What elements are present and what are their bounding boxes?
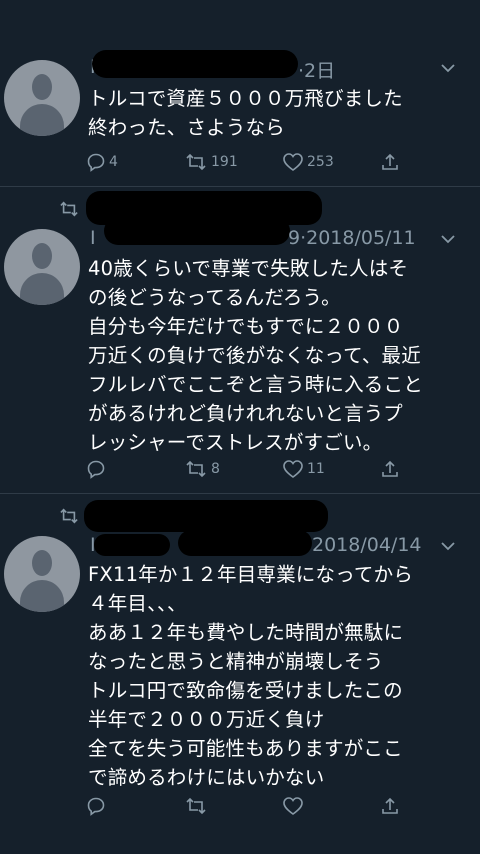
like-button[interactable]: 11: [282, 459, 325, 479]
retweet-button[interactable]: 191: [184, 152, 238, 172]
tweet-timestamp[interactable]: ·2日: [298, 56, 335, 83]
retweet-icon: [60, 201, 78, 217]
tweet-text: トルコで資産５０００万飛びました 終わった、さようなら: [88, 87, 403, 139]
heart-icon: [283, 460, 303, 478]
retweet-indicator: [58, 506, 80, 526]
tweet-timestamp[interactable]: 9·2018/05/11: [288, 227, 416, 249]
retweet-icon: [186, 460, 206, 478]
tweet[interactable]: I 9·2018/05/11 40歳くらいで専業で失敗した人はそ の後どうなって…: [0, 187, 480, 493]
tweet[interactable]: I ·2日 トルコで資産５０００万飛びました 終わった、さようなら 4 191: [0, 0, 480, 186]
like-count: 253: [307, 154, 334, 170]
reply-button[interactable]: [86, 459, 109, 479]
tweet-text: 40歳くらいで専業で失敗した人はそ の後どうなってるんだろう。 自分も今年だけで…: [88, 257, 423, 454]
chevron-down-icon[interactable]: [440, 62, 456, 74]
share-icon: [382, 153, 398, 170]
chevron-down-icon[interactable]: [440, 540, 456, 552]
tweet-actions: [86, 796, 406, 818]
retweet-icon: [186, 797, 206, 815]
tweet-header: I 9·2018/05/11: [90, 217, 460, 255]
default-avatar-icon: [32, 550, 52, 576]
user-name[interactable]: I: [90, 227, 96, 249]
retweet-button[interactable]: 8: [184, 459, 220, 479]
tweet-header: I 2018/04/14: [90, 530, 460, 562]
share-button[interactable]: [380, 152, 400, 172]
reply-count: 4: [109, 154, 118, 170]
retweet-icon: [186, 153, 206, 171]
retweet-button[interactable]: [184, 796, 211, 816]
reply-button[interactable]: 4: [86, 152, 118, 172]
redaction-bar: [178, 530, 312, 556]
retweet-count: 8: [211, 461, 220, 477]
retweet-count: 191: [211, 154, 238, 170]
like-button[interactable]: 253: [282, 152, 334, 172]
reply-icon: [87, 153, 105, 172]
retweet-icon: [60, 508, 78, 524]
retweet-indicator: [58, 199, 80, 219]
reply-icon: [87, 797, 105, 816]
reply-button[interactable]: [86, 796, 109, 816]
avatar[interactable]: [4, 229, 80, 305]
tweet-header: I ·2日: [90, 50, 460, 84]
redaction-bar: [92, 50, 298, 78]
like-button[interactable]: [282, 796, 307, 816]
timeline-feed: I ·2日 トルコで資産５０００万飛びました 終わった、さようなら 4 191: [0, 0, 480, 854]
tweet[interactable]: I 2018/04/14 FX11年か１２年目専業になってから ４年目、、、 あ…: [0, 494, 480, 854]
avatar[interactable]: [4, 60, 80, 136]
default-avatar-icon: [32, 74, 52, 100]
redaction-bar: [104, 217, 290, 245]
heart-icon: [283, 153, 303, 171]
tweet-actions: 4 191 253: [86, 152, 406, 174]
share-button[interactable]: [380, 796, 400, 816]
like-count: 11: [307, 461, 325, 477]
redaction-bar: [84, 500, 328, 532]
default-avatar-icon: [32, 243, 52, 269]
tweet-timestamp[interactable]: 2018/04/14: [312, 534, 422, 556]
chevron-down-icon[interactable]: [440, 233, 456, 245]
heart-icon: [283, 797, 303, 815]
avatar[interactable]: [4, 536, 80, 612]
reply-icon: [87, 460, 105, 479]
share-icon: [382, 460, 398, 477]
share-icon: [382, 797, 398, 814]
tweet-actions: 8 11: [86, 459, 406, 481]
share-button[interactable]: [380, 459, 400, 479]
tweet-text: FX11年か１２年目専業になってから ４年目、、、 ああ１２年も費やした時間が無…: [88, 563, 414, 789]
redaction-bar: [94, 534, 170, 556]
